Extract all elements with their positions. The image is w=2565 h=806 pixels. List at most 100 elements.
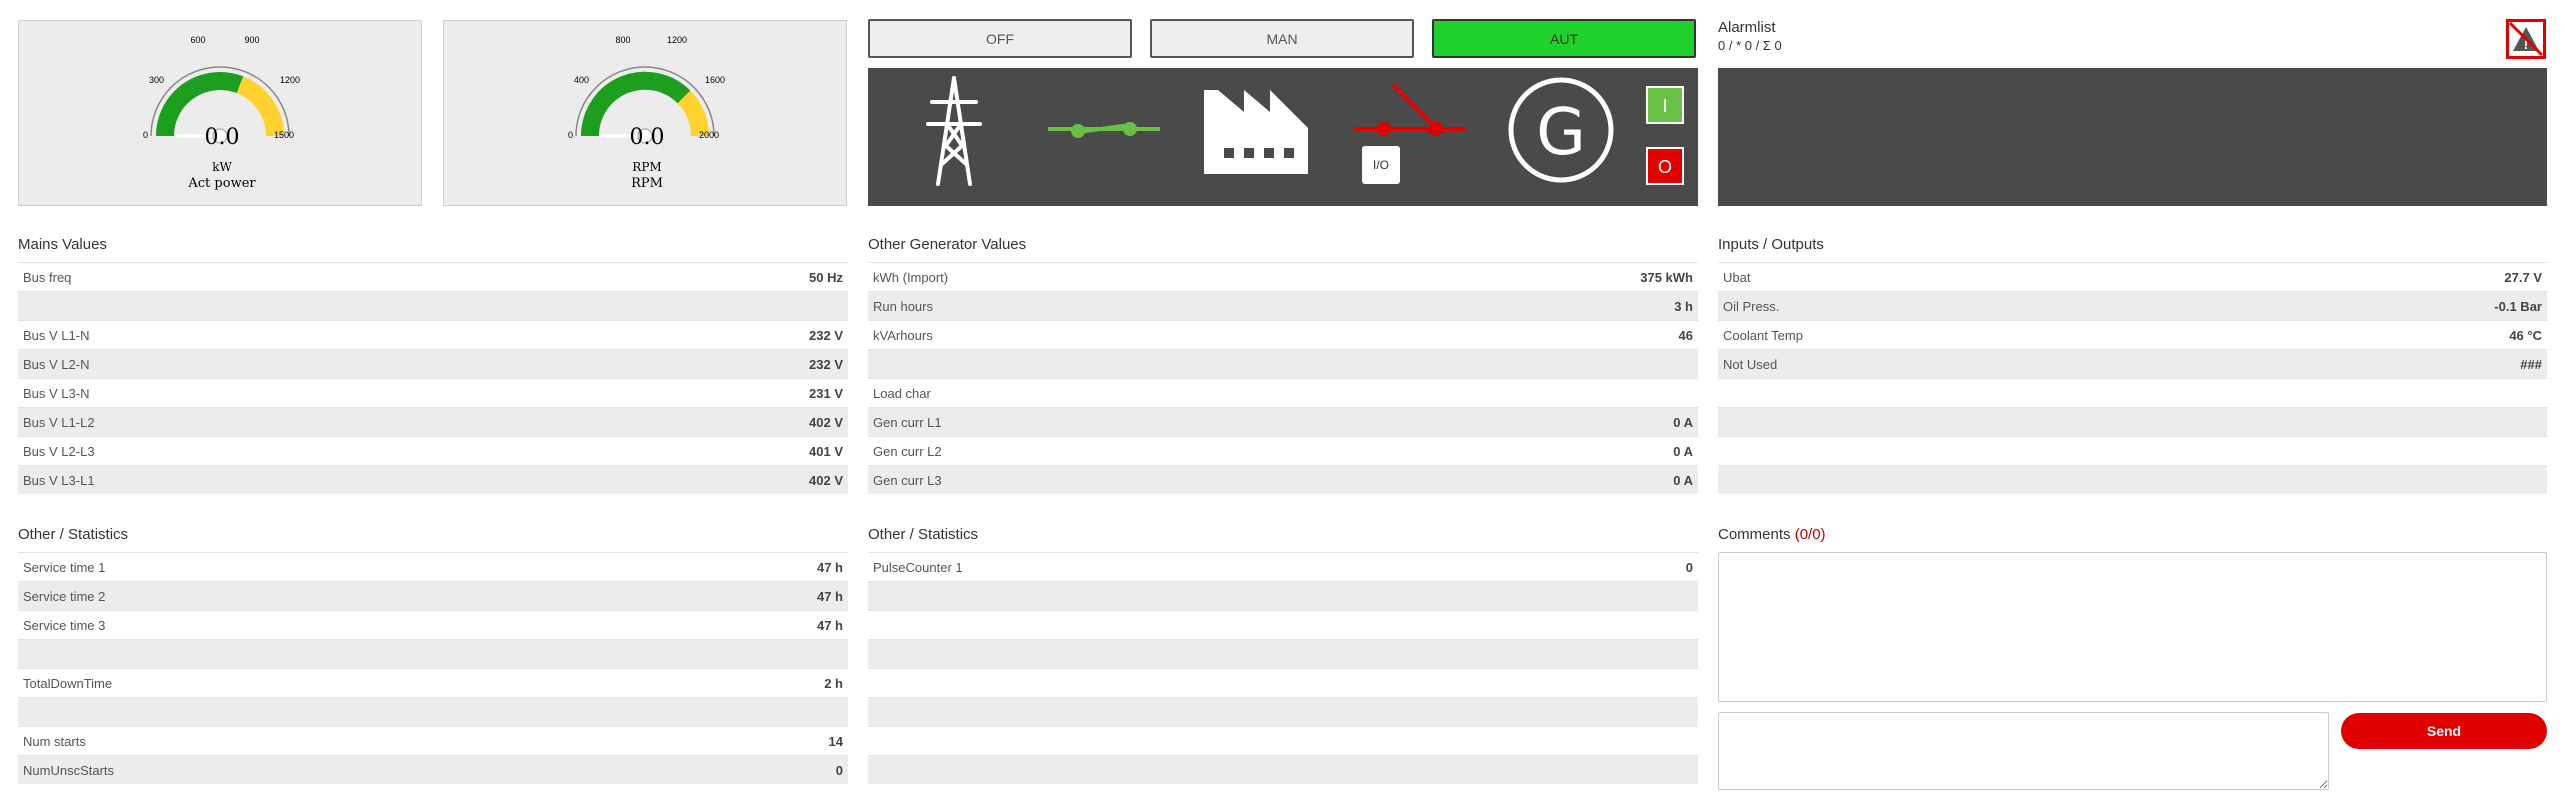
- table-row: [868, 726, 1698, 755]
- table-row: Num starts 14: [18, 726, 848, 755]
- gauge-tick-label: 1500: [274, 130, 294, 140]
- statistics-mid-table: PulseCounter 1 0: [868, 552, 1698, 784]
- row-label: Bus freq: [23, 269, 72, 285]
- gauge-unit: kW: [212, 160, 232, 174]
- table-row: Ubat 27.7 V: [1718, 262, 2547, 291]
- comment-input[interactable]: [1718, 712, 2329, 790]
- stop-button[interactable]: O: [1646, 147, 1684, 185]
- row-value: 46 °C: [2509, 327, 2542, 343]
- table-row: kWh (Import) 375 kWh: [868, 262, 1698, 291]
- table-row: [1718, 465, 2547, 494]
- table-row: Oil Press. -0.1 Bar: [1718, 291, 2547, 320]
- table-row: [868, 668, 1698, 697]
- generator-breaker-icon[interactable]: [1354, 83, 1466, 136]
- comments-list: [1718, 552, 2547, 702]
- table-row: Not Used ###: [1718, 349, 2547, 378]
- table-row: Gen curr L3 0 A: [868, 465, 1698, 494]
- table-row: [1718, 378, 2547, 407]
- start-button[interactable]: I: [1646, 86, 1684, 124]
- row-label: Service time 2: [23, 588, 106, 604]
- rpm-gauge-panel: 0 400 800 1200 1600 2000 0.0 RPM RPM: [443, 20, 847, 206]
- table-row: [868, 697, 1698, 726]
- table-row: [868, 581, 1698, 610]
- row-value: 47 h: [816, 559, 843, 575]
- table-row: Bus V L3-L1 402 V: [18, 465, 848, 494]
- row-label: Service time 3: [23, 617, 106, 633]
- generator-values-title: Other Generator Values: [868, 236, 1027, 253]
- gauge-value: 0.0: [630, 125, 665, 150]
- table-row: Bus V L2-L3 401 V: [18, 436, 848, 465]
- table-row: Bus V L2-N 232 V: [18, 349, 848, 378]
- table-row: Bus V L3-N 231 V: [18, 378, 848, 407]
- breaker-contact: [1429, 122, 1443, 136]
- send-button[interactable]: Send: [2341, 713, 2547, 749]
- row-value: 0: [1685, 559, 1693, 575]
- row-label: NumUnscStarts: [23, 762, 115, 778]
- table-row: Service time 2 47 h: [18, 581, 848, 610]
- gauge-yellow-zone: [677, 90, 710, 137]
- transmission-tower-icon: [926, 76, 982, 186]
- table-row: kVArhours 46: [868, 320, 1698, 349]
- gauge-label: RPM: [631, 176, 663, 191]
- gauge-unit: RPM: [632, 160, 661, 174]
- single-line-diagram: I/O G I O: [868, 68, 1698, 206]
- mains-values-title: Mains Values: [18, 236, 107, 253]
- breaker-io-label: I/O: [1373, 158, 1389, 172]
- row-label: Run hours: [873, 298, 933, 314]
- table-row: NumUnscStarts 0: [18, 755, 848, 784]
- row-label: Gen curr L3: [873, 472, 942, 488]
- row-label: kWh (Import): [873, 269, 949, 285]
- generator-icon: G: [1508, 77, 1614, 183]
- aut-mode-button[interactable]: AUT: [1432, 19, 1696, 58]
- alarmlist-count: 0 / * 0 / Σ 0: [1718, 38, 1782, 53]
- alarmlist-panel: [1718, 68, 2547, 206]
- table-row: [1718, 436, 2547, 465]
- row-value: -0.1 Bar: [2494, 298, 2542, 314]
- gauge-tick-label: 300: [149, 75, 164, 85]
- gauge-value: 0.0: [205, 125, 240, 150]
- row-label: Gen curr L1: [873, 414, 942, 430]
- table-row: [868, 639, 1698, 668]
- row-label: PulseCounter 1: [873, 559, 963, 575]
- generator-letter: G: [1536, 96, 1586, 170]
- gauge-yellow-zone: [236, 76, 284, 137]
- mains-values-table: Bus freq 50 Hz Bus V L1-N 232 V Bus V L2-N 23…: [18, 262, 848, 494]
- gauge-tick-label: 0: [568, 130, 573, 140]
- stop-label: O: [1658, 157, 1672, 177]
- table-row: TotalDownTime 2 h: [18, 668, 848, 697]
- row-label: Service time 1: [23, 559, 106, 575]
- row-label: Bus V L2-N: [23, 356, 90, 372]
- row-value: 14: [828, 733, 843, 749]
- row-value: 2 h: [824, 675, 843, 691]
- rpm-gauge: 0 400 800 1200 1600 2000 0.0 RPM RPM: [568, 35, 725, 191]
- row-value: 0 A: [1673, 443, 1693, 459]
- statistics-left-title: Other / Statistics: [18, 526, 129, 543]
- gauge-tick-label: 900: [244, 35, 259, 45]
- io-values-table: Ubat 27.7 V Oil Press. -0.1 Bar Coolant Temp…: [1718, 262, 2547, 494]
- row-label: Bus V L3-N: [23, 385, 90, 401]
- row-value: 402 V: [809, 414, 843, 430]
- man-mode-button[interactable]: MAN: [1150, 19, 1414, 58]
- comments-label: Comments: [1718, 526, 1791, 543]
- gauge-label: Act power: [187, 176, 256, 191]
- row-value: 27.7 V: [2504, 269, 2542, 285]
- table-row: [868, 349, 1698, 378]
- row-label: Gen curr L2: [873, 443, 942, 459]
- alarm-warning-icon[interactable]: !: [2506, 19, 2546, 59]
- breaker-contact: [1377, 122, 1391, 136]
- comments-count: (0/0): [1794, 526, 1826, 543]
- table-row: [868, 755, 1698, 784]
- off-mode-button[interactable]: OFF: [868, 19, 1132, 58]
- row-label: Not Used: [1723, 356, 1778, 372]
- mains-breaker-icon[interactable]: [1048, 122, 1160, 138]
- row-label: Bus V L1-N: [23, 327, 90, 343]
- breaker-io-button[interactable]: I/O: [1362, 146, 1400, 184]
- row-label: TotalDownTime: [23, 675, 113, 691]
- table-row: [868, 610, 1698, 639]
- row-value: 231 V: [809, 385, 843, 401]
- comments-title: Comments (0/0): [1718, 526, 1826, 543]
- breaker-contact: [1071, 124, 1085, 138]
- row-label: Num starts: [23, 733, 86, 749]
- gauge-tick-label: 1200: [667, 35, 687, 45]
- row-label: Ubat: [1723, 269, 1751, 285]
